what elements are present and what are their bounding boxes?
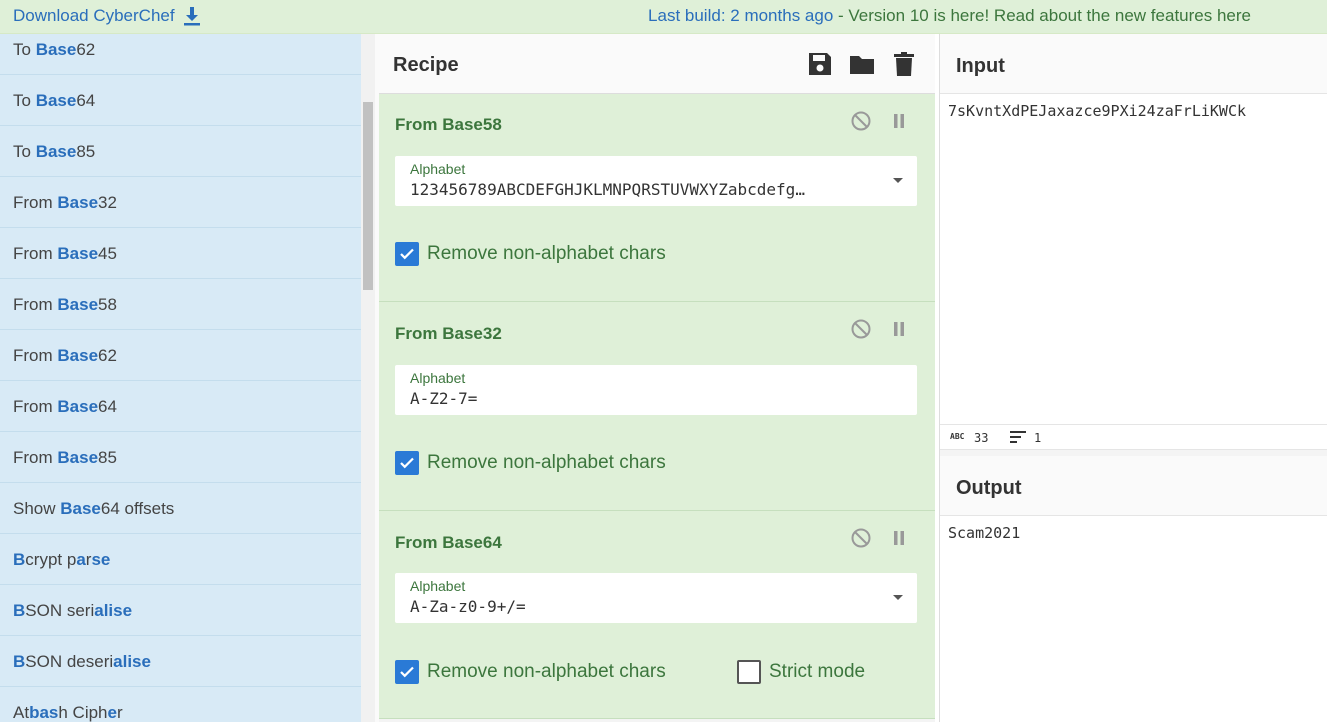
op-title: From Base32 [395,324,502,343]
lines-icon [1010,431,1026,446]
checkbox-label: Remove non-alphabet chars [427,452,666,473]
operation-item[interactable]: From Base45 [0,228,361,279]
output-title: Output [956,477,1022,499]
disable-icon[interactable] [851,111,871,131]
pause-icon[interactable] [889,111,909,131]
operation-item[interactable]: From Base32 [0,177,361,228]
output-textarea[interactable]: Scam2021 [948,524,1020,542]
input-textarea[interactable]: 7sKvntXdPEJaxazce9PXi24zaFrLiKWCk [948,102,1246,120]
operation-item[interactable]: From Base64 [0,381,361,432]
update-notice[interactable]: Last build: 2 months ago - Version 10 is… [648,6,1251,26]
trash-icon[interactable] [891,51,917,77]
disable-icon[interactable] [851,319,871,339]
checkbox-checked-icon[interactable] [395,242,419,266]
input-status-bar: ABC 33 1 [940,424,1327,450]
disable-icon[interactable] [851,528,871,548]
field-label: Alphabet [410,370,466,386]
last-build-text: Last build: 2 months ago [648,6,834,25]
download-label[interactable]: Download CyberChef [13,6,175,26]
operation-item[interactable]: To Base62 [0,34,361,75]
input-title: Input [956,55,1005,77]
op-controls [851,111,909,131]
pause-icon[interactable] [889,528,909,548]
op-title: From Base58 [395,115,502,134]
operation-item[interactable]: Atbash Cipher [0,687,361,722]
recipe-toolbar [807,51,917,77]
field-label: Alphabet [410,578,466,594]
checkbox-checked-icon[interactable] [395,660,419,684]
checkbox-checked-icon[interactable] [395,451,419,475]
field-label: Alphabet [410,161,466,177]
checkbox-label: Remove non-alphabet chars [427,243,666,264]
operation-item[interactable]: BSON deserialise [0,636,361,687]
recipe-header: Recipe [379,34,935,94]
field-value[interactable]: A-Z2-7= [410,389,870,408]
operation-item[interactable]: From Base58 [0,279,361,330]
pause-icon[interactable] [889,319,909,339]
remove-non-alphabet-checkbox[interactable]: Remove non-alphabet chars [395,451,666,475]
operation-item[interactable]: Bcrypt parse [0,534,361,585]
operation-item[interactable]: To Base85 [0,126,361,177]
operation-item[interactable]: From Base62 [0,330,361,381]
input-header: Input [940,34,1327,94]
checkbox-label: Remove non-alphabet chars [427,661,666,682]
operation-item[interactable]: BSON serialise [0,585,361,636]
recipe-panel: Recipe From Base58 Alphabet 123456789ABC… [379,34,935,722]
recipe-op-from-base58[interactable]: From Base58 Alphabet 123456789ABCDEFGHJK… [379,94,935,302]
op-title: From Base64 [395,533,502,552]
line-count: 1 [1034,431,1042,445]
scrollbar-thumb[interactable] [363,102,373,290]
folder-icon[interactable] [849,51,875,77]
download-link[interactable]: Download CyberChef [13,6,201,26]
remove-non-alphabet-checkbox[interactable]: Remove non-alphabet chars [395,242,666,266]
strict-mode-checkbox[interactable]: Strict mode [737,660,865,684]
field-value[interactable]: A-Za-z0-9+/= [410,597,870,616]
save-icon[interactable] [807,51,833,77]
alphabet-input[interactable]: Alphabet A-Z2-7= [395,365,917,415]
abc-icon: ABC [950,432,965,441]
alphabet-select[interactable]: Alphabet 123456789ABCDEFGHJKLMNPQRSTUVWX… [395,156,917,206]
op-controls [851,528,909,548]
operation-item[interactable]: Show Base64 offsets [0,483,361,534]
char-count: 33 [974,431,989,445]
operation-item[interactable]: From Base85 [0,432,361,483]
remove-non-alphabet-checkbox[interactable]: Remove non-alphabet chars [395,660,666,684]
alphabet-select[interactable]: Alphabet A-Za-z0-9+/= [395,573,917,623]
io-panel: Input 7sKvntXdPEJaxazce9PXi24zaFrLiKWCk … [939,34,1327,722]
top-banner: Download CyberChef Last build: 2 months … [0,0,1327,34]
recipe-op-from-base32[interactable]: From Base32 Alphabet A-Z2-7= Remove non-… [379,302,935,511]
operations-scrollbar[interactable] [361,34,375,722]
chevron-down-icon[interactable] [893,178,903,183]
output-header: Output [940,456,1327,516]
operation-item[interactable]: To Base64 [0,75,361,126]
chevron-down-icon[interactable] [893,595,903,600]
op-controls [851,319,909,339]
field-value[interactable]: 123456789ABCDEFGHJKLMNPQRSTUVWXYZabcdefg… [410,180,870,199]
recipe-title: Recipe [393,54,459,76]
version-note[interactable]: - Version 10 is here! Read about the new… [833,6,1251,25]
operations-list: To Base62 To Base64 To Base85 From Base32 Fr… [0,34,361,722]
download-icon [183,7,200,26]
recipe-op-from-base64[interactable]: From Base64 Alphabet A-Za-z0-9+/= Remove… [379,511,935,719]
checkbox-unchecked-icon[interactable] [737,660,761,684]
checkbox-label: Strict mode [769,661,866,682]
